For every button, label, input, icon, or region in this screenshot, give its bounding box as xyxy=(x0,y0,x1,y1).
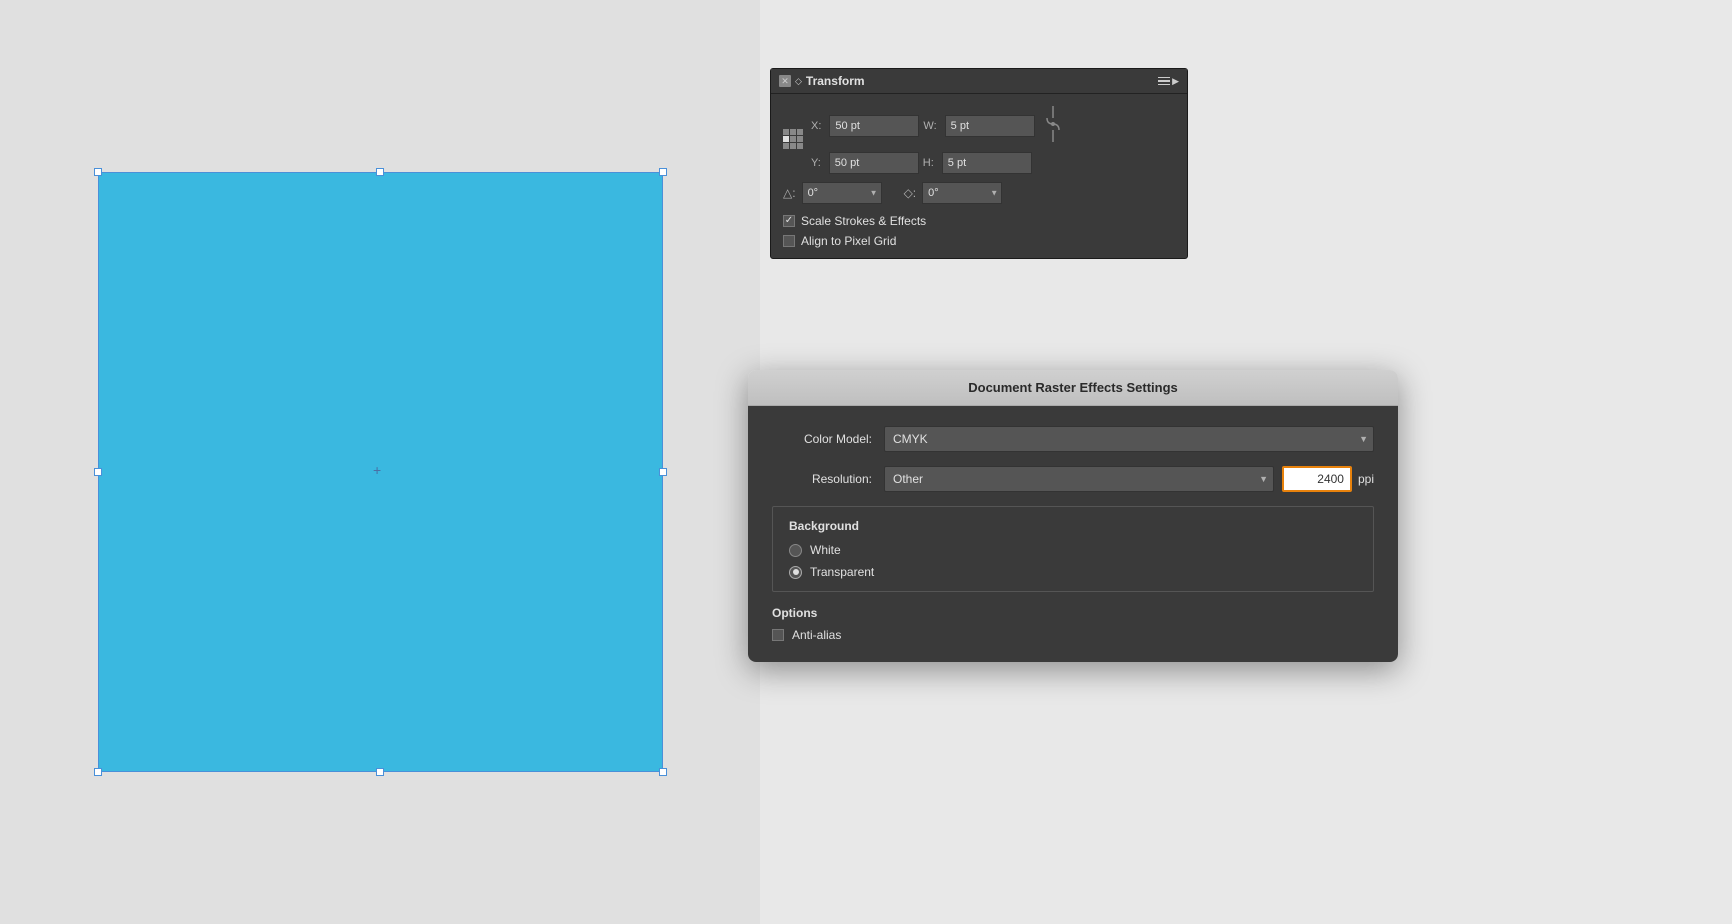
align-pixel-label: Align to Pixel Grid xyxy=(801,234,896,248)
reference-point-icon[interactable] xyxy=(783,129,803,149)
anti-alias-label: Anti-alias xyxy=(792,628,841,642)
color-model-select-wrapper[interactable]: CMYK RGB Grayscale ▼ xyxy=(884,426,1374,452)
ppi-unit-label: ppi xyxy=(1358,472,1374,486)
handle-top-left[interactable] xyxy=(94,168,102,176)
options-section-label: Options xyxy=(772,606,1374,620)
dialog: Document Raster Effects Settings Color M… xyxy=(748,370,1398,662)
h-label: H: xyxy=(923,157,938,169)
handle-middle-right[interactable] xyxy=(659,468,667,476)
panel-title-left: ✕ ◇ Transform xyxy=(779,74,865,88)
transparent-radio-row[interactable]: Transparent xyxy=(789,565,1357,579)
transform-fields: X: W: Y: xyxy=(811,104,1175,174)
options-section: Options ✓ Anti-alias xyxy=(772,606,1374,642)
panel-titlebar[interactable]: ✕ ◇ Transform ▶ xyxy=(771,69,1187,94)
scale-strokes-label: Scale Strokes & Effects xyxy=(801,214,926,228)
panel-menu-arrow: ▶ xyxy=(1172,76,1179,87)
x-label: X: xyxy=(811,120,825,132)
align-pixel-checkbox[interactable]: ✓ xyxy=(783,235,795,247)
dialog-titlebar: Document Raster Effects Settings xyxy=(748,370,1398,406)
color-model-row: Color Model: CMYK RGB Grayscale ▼ xyxy=(772,426,1374,452)
dialog-title: Document Raster Effects Settings xyxy=(968,380,1178,395)
panel-menu-icon xyxy=(1158,77,1170,86)
anti-alias-checkbox[interactable]: ✓ xyxy=(772,629,784,641)
ref-dot-2[interactable] xyxy=(790,129,796,135)
transparent-radio-dot xyxy=(793,569,799,575)
ref-dot-3[interactable] xyxy=(797,129,803,135)
ref-dot-8[interactable] xyxy=(790,143,796,149)
transparent-radio-label: Transparent xyxy=(810,565,874,579)
shear-label: ◇: xyxy=(904,186,917,200)
y-input[interactable] xyxy=(829,152,919,174)
panel-menu-button[interactable]: ▶ xyxy=(1158,76,1179,87)
background-section: Background White Transparent xyxy=(772,506,1374,592)
ref-dot-6[interactable] xyxy=(797,136,803,142)
handle-bottom-center[interactable] xyxy=(376,768,384,776)
h-input[interactable] xyxy=(942,152,1032,174)
resolution-label: Resolution: xyxy=(772,472,872,486)
anti-alias-row[interactable]: ✓ Anti-alias xyxy=(772,628,1374,642)
w-label: W: xyxy=(923,120,940,132)
panel-title: Transform xyxy=(806,74,865,88)
artboard-wrapper xyxy=(98,172,663,772)
scale-strokes-row[interactable]: ✓ Scale Strokes & Effects xyxy=(783,214,1175,228)
angle-select-wrapper[interactable]: 0° 45° 90° ▼ xyxy=(802,182,882,204)
dialog-body: Color Model: CMYK RGB Grayscale ▼ Resolu… xyxy=(748,406,1398,662)
handle-bottom-right[interactable] xyxy=(659,768,667,776)
center-point xyxy=(377,469,383,475)
transparent-radio[interactable] xyxy=(789,566,802,579)
handle-top-right[interactable] xyxy=(659,168,667,176)
white-radio[interactable] xyxy=(789,544,802,557)
white-radio-label: White xyxy=(810,543,841,557)
scale-strokes-check: ✓ xyxy=(785,216,793,226)
ref-dot-4[interactable] xyxy=(783,136,789,142)
align-pixel-row[interactable]: ✓ Align to Pixel Grid xyxy=(783,234,1175,248)
handle-middle-left[interactable] xyxy=(94,468,102,476)
w-input[interactable] xyxy=(945,115,1035,137)
color-model-select[interactable]: CMYK RGB Grayscale xyxy=(884,426,1374,452)
ref-dot-1[interactable] xyxy=(783,129,789,135)
resolution-select-wrapper[interactable]: Screen (72 ppi) Medium (150 ppi) High (3… xyxy=(884,466,1274,492)
angle-triangle-label: △: xyxy=(783,186,796,200)
transform-panel: ✕ ◇ Transform ▶ xyxy=(770,68,1188,259)
white-radio-row[interactable]: White xyxy=(789,543,1357,557)
ref-dot-9[interactable] xyxy=(797,143,803,149)
checkboxes-section: ✓ Scale Strokes & Effects ✓ Align to Pix… xyxy=(783,214,1175,248)
angle-select[interactable]: 0° 45° 90° xyxy=(802,182,882,204)
dialog-overlay: Document Raster Effects Settings Color M… xyxy=(748,370,1398,662)
panel-body: X: W: Y: xyxy=(771,94,1187,258)
y-label: Y: xyxy=(811,157,825,169)
resolution-select[interactable]: Screen (72 ppi) Medium (150 ppi) High (3… xyxy=(884,466,1274,492)
x-input[interactable] xyxy=(829,115,919,137)
angle-shear-row: △: 0° 45° 90° ▼ ◇: 0° 45° ▼ xyxy=(783,182,1175,204)
handle-top-center[interactable] xyxy=(376,168,384,176)
background-section-label: Background xyxy=(789,519,1357,533)
resolution-group: Screen (72 ppi) Medium (150 ppi) High (3… xyxy=(884,466,1374,492)
ppi-input[interactable] xyxy=(1282,466,1352,492)
shear-select[interactable]: 0° 45° xyxy=(922,182,1002,204)
color-model-label: Color Model: xyxy=(772,432,872,446)
link-proportions-icon[interactable] xyxy=(1043,104,1063,147)
panel-collapse-icon[interactable]: ◇ xyxy=(795,76,802,87)
ref-dot-7[interactable] xyxy=(783,143,789,149)
handle-bottom-left[interactable] xyxy=(94,768,102,776)
ppi-input-wrapper: ppi xyxy=(1282,466,1374,492)
ref-dot-5[interactable] xyxy=(790,136,796,142)
canvas-area xyxy=(0,0,760,924)
resolution-row: Resolution: Screen (72 ppi) Medium (150 … xyxy=(772,466,1374,492)
scale-strokes-checkbox[interactable]: ✓ xyxy=(783,215,795,227)
artboard[interactable] xyxy=(98,172,663,772)
shear-select-wrapper[interactable]: 0° 45° ▼ xyxy=(922,182,1002,204)
panel-close-button[interactable]: ✕ xyxy=(779,75,791,87)
